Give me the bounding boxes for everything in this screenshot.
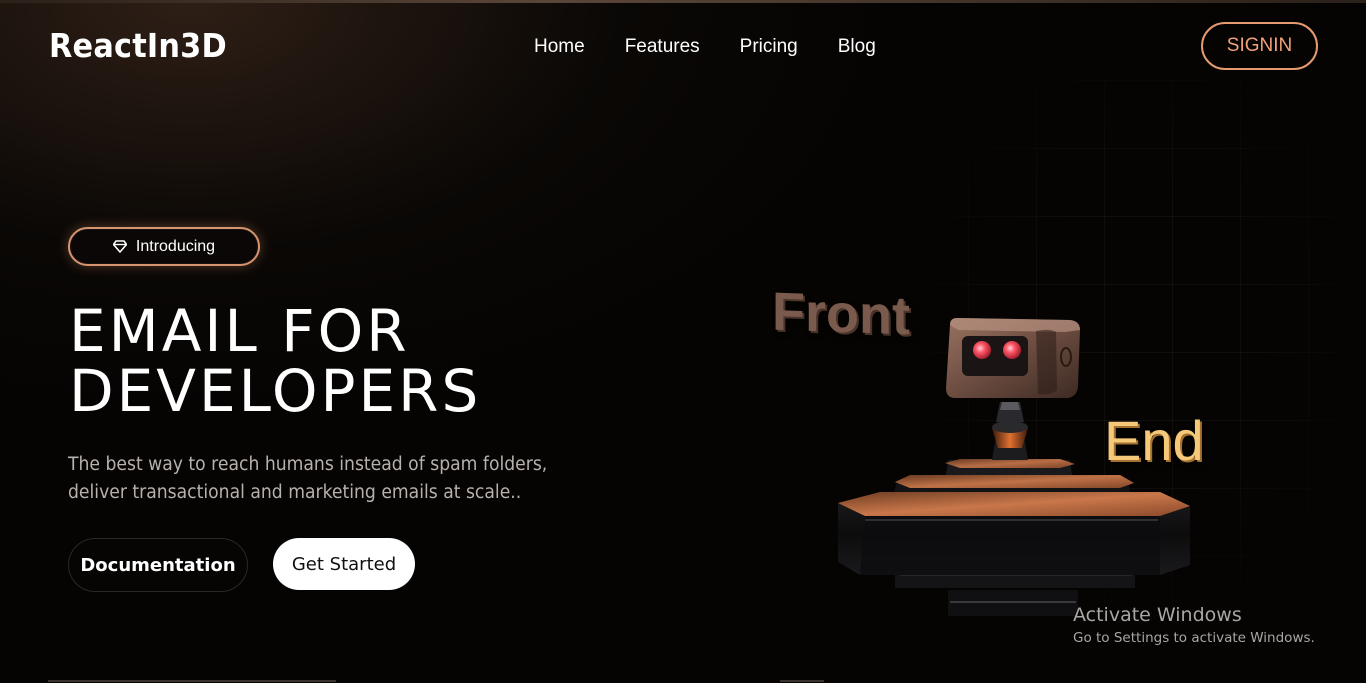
- main-nav: Home Features Pricing Blog: [534, 36, 876, 58]
- end-3d-text: End: [1104, 409, 1204, 472]
- watermark-subtitle: Go to Settings to activate Windows.: [1073, 630, 1315, 646]
- top-border: [0, 0, 1366, 3]
- hero-subtext: The best way to reach humans instead of …: [68, 454, 548, 503]
- diamond-icon: [112, 240, 127, 253]
- robot-eye-right: [1003, 341, 1021, 359]
- landing-page: ReactIn3D Home Features Pricing Blog SIG…: [0, 0, 1366, 683]
- site-logo[interactable]: ReactIn3D: [49, 26, 227, 65]
- headline-line-2: DEVELOPERS: [69, 357, 482, 425]
- robot-eye-left: [973, 341, 991, 359]
- documentation-button[interactable]: Documentation: [68, 538, 248, 592]
- nav-home[interactable]: Home: [534, 36, 585, 58]
- nav-blog[interactable]: Blog: [838, 36, 876, 58]
- nav-features[interactable]: Features: [625, 36, 700, 58]
- watermark-title: Activate Windows: [1073, 604, 1242, 626]
- hero-headline: EMAIL FOR DEVELOPERS: [69, 301, 481, 421]
- nav-pricing[interactable]: Pricing: [740, 36, 798, 58]
- badge-label: Introducing: [135, 237, 216, 255]
- windows-activation-watermark: Activate Windows Go to Settings to activ…: [1073, 603, 1315, 649]
- introducing-badge[interactable]: Introducing: [68, 227, 260, 266]
- signin-button[interactable]: SIGNIN: [1201, 22, 1318, 70]
- headline-line-1: EMAIL FOR: [69, 297, 410, 365]
- get-started-button[interactable]: Get Started: [273, 538, 415, 590]
